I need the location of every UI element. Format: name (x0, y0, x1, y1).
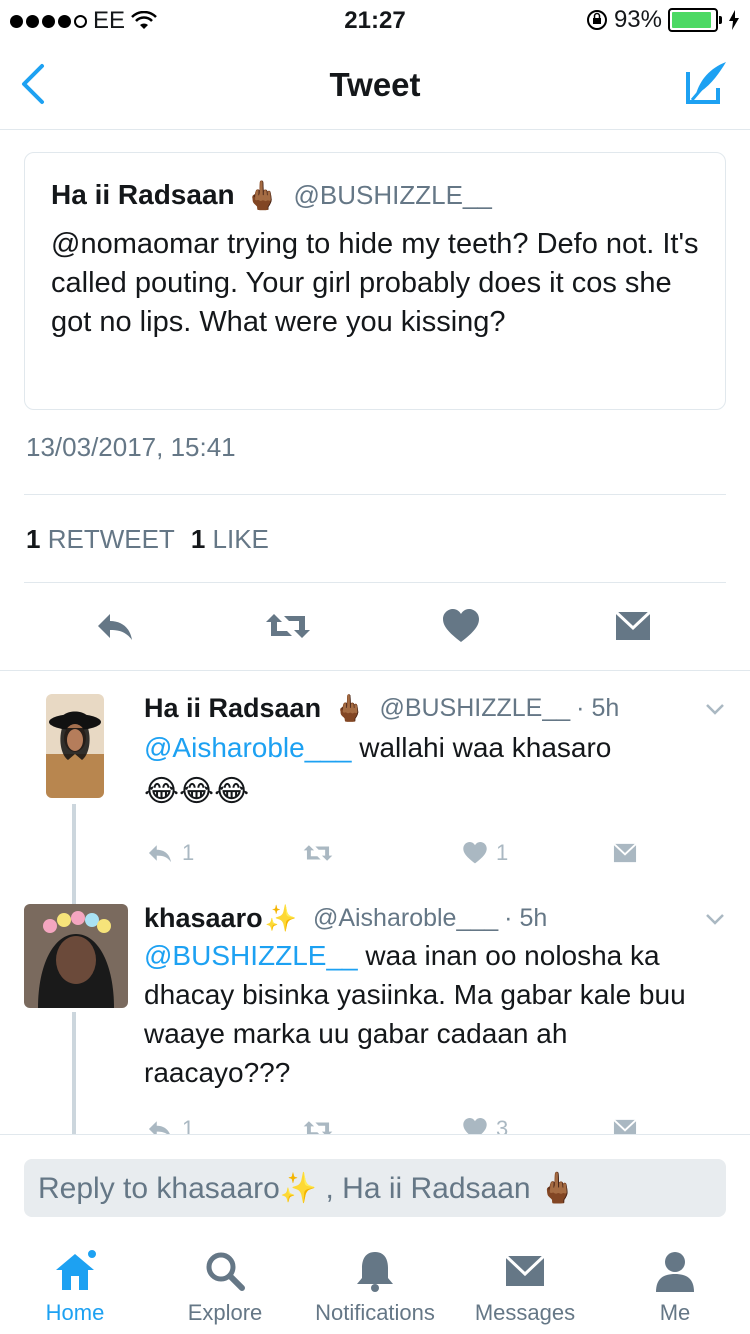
battery-area: 93% (586, 6, 740, 34)
charging-bolt-icon (729, 10, 739, 30)
reply-count: 1 (182, 1116, 195, 1134)
chevron-down-icon[interactable] (704, 698, 726, 720)
section-divider (0, 670, 750, 671)
tab-label: Messages (474, 1300, 576, 1325)
author-handle: @Aisharoble___ (312, 903, 499, 932)
retweet-stat[interactable]: 1 RETWEET (26, 524, 175, 555)
divider (24, 582, 726, 583)
like-button[interactable]: 3 (460, 1116, 508, 1134)
dm-button[interactable] (610, 1116, 640, 1134)
quoted-tweet-header: Ha ii Radsaan 🖕🏾 @BUSHIZZLE__ (51, 175, 699, 215)
reply-composer-bar: Reply to khasaaro✨ , Ha ii Radsaan 🖕🏾 (0, 1134, 750, 1232)
reply-actions: 1 3 (144, 1116, 664, 1134)
like-count: 1 (496, 840, 509, 865)
avatar[interactable] (24, 904, 128, 1008)
reply-icon[interactable] (94, 606, 136, 646)
battery-percent: 93% (613, 6, 662, 33)
tab-home[interactable]: Home (0, 1248, 150, 1326)
reply-header: khasaaro ✨ @Aisharoble___ · 5h (144, 900, 547, 936)
like-stat[interactable]: 1 LIKE (191, 524, 269, 555)
bell-icon (357, 1252, 393, 1292)
direct-message-icon[interactable] (614, 606, 652, 646)
reply-icon (148, 845, 172, 863)
author-name: Ha ii Radsaan (51, 179, 235, 210)
reply-icon (148, 1121, 170, 1134)
page-title: Tweet (329, 66, 421, 103)
retweet-icon (303, 845, 333, 861)
tab-messages[interactable]: Messages (450, 1248, 600, 1326)
reply-time: · 5h (576, 693, 620, 722)
tab-label: Home (45, 1300, 105, 1325)
author-emoji: 🖕🏾 (244, 179, 280, 211)
reply-button[interactable]: 1 (144, 840, 194, 866)
reply-emoji-line: 😂😂😂 (144, 775, 250, 808)
retweet-icon[interactable] (264, 606, 312, 646)
like-heart-icon[interactable] (440, 606, 482, 646)
reply-text: @BUSHIZZLE__ waa inan oo nolosha ka dhac… (144, 940, 686, 1088)
tab-notifications[interactable]: Notifications (300, 1248, 450, 1326)
home-icon (56, 1248, 98, 1290)
reply-tweet[interactable]: khasaaro ✨ @Aisharoble___ · 5h @BUSHIZZL… (0, 888, 750, 1134)
author-emoji: 🖕🏾 (333, 692, 366, 723)
tab-explore[interactable]: Explore (150, 1248, 300, 1326)
reply-time: · 5h (504, 903, 548, 932)
profile-photo-icon (24, 904, 128, 1008)
avatar[interactable] (46, 694, 104, 798)
chevron-down-icon[interactable] (704, 908, 726, 930)
search-icon (206, 1252, 245, 1291)
retweet-icon (303, 1121, 333, 1134)
author-name: khasaaro (144, 902, 263, 933)
compose-icon[interactable] (682, 58, 730, 106)
battery-icon (668, 8, 722, 32)
like-count: 3 (496, 1116, 509, 1134)
author-handle: @BUSHIZZLE__ (293, 179, 492, 210)
tweet-stats: 1 RETWEET 1 LIKE (26, 524, 269, 555)
thread-line (72, 1012, 76, 1134)
status-bar: EE 21:27 93% (0, 0, 750, 40)
author-handle: @BUSHIZZLE__ (379, 693, 571, 722)
direct-message-icon (613, 843, 637, 863)
reply-text: @Aisharoble___ wallahi waa khasaro (144, 732, 612, 763)
quoted-tweet-text: @nomaomar trying to hide my teeth? Defo … (51, 228, 699, 338)
nav-bar: Tweet (0, 40, 750, 130)
mention-link[interactable]: @BUSHIZZLE__ (144, 940, 358, 971)
direct-message-icon (613, 1119, 637, 1134)
tab-label: Explore (187, 1300, 263, 1325)
person-icon (656, 1252, 694, 1292)
reply-count: 1 (182, 840, 195, 865)
retweet-button[interactable] (300, 1116, 336, 1134)
author-emoji: ✨ (264, 902, 297, 933)
author-name: Ha ii Radsaan (144, 692, 322, 723)
divider (24, 494, 726, 495)
like-heart-icon (463, 841, 487, 864)
tab-bar: Home Explore Notifications Messages Me (0, 1232, 750, 1334)
orientation-lock-icon (586, 10, 607, 30)
tweet-actions (0, 598, 750, 654)
tab-label: Me (659, 1300, 691, 1325)
envelope-icon (504, 1254, 546, 1286)
reply-tweet[interactable]: Ha ii Radsaan 🖕🏾 @BUSHIZZLE__ · 5h @Aish… (0, 680, 750, 904)
like-heart-icon (463, 1117, 487, 1134)
reply-input[interactable]: Reply to khasaaro✨ , Ha ii Radsaan 🖕🏾 (24, 1159, 726, 1217)
reply-header: Ha ii Radsaan 🖕🏾 @BUSHIZZLE__ · 5h (144, 690, 619, 726)
quoted-tweet-card[interactable]: Ha ii Radsaan 🖕🏾 @BUSHIZZLE__ @nomaomar … (24, 152, 726, 410)
mention-link[interactable]: @Aisharoble___ (144, 732, 351, 763)
tab-label: Notifications (315, 1300, 435, 1325)
dm-button[interactable] (610, 840, 640, 866)
profile-photo-icon (46, 694, 104, 798)
like-button[interactable]: 1 (460, 840, 508, 866)
reply-actions: 1 1 (144, 840, 664, 872)
battery-level (672, 12, 712, 28)
retweet-button[interactable] (300, 840, 336, 866)
tweet-timestamp: 13/03/2017, 15:41 (26, 432, 236, 462)
tab-me[interactable]: Me (600, 1248, 750, 1326)
reply-button[interactable]: 1 (144, 1116, 194, 1134)
